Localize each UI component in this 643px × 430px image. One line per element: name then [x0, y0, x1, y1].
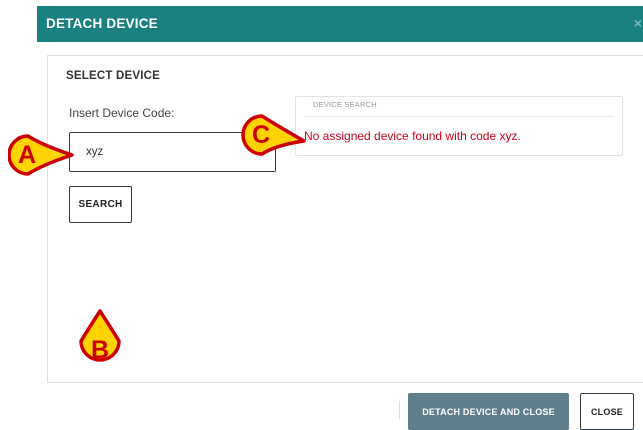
marker-b-label: B	[91, 336, 109, 364]
dialog-titlebar: DETACH DEVICE ×	[37, 6, 643, 42]
close-button[interactable]: CLOSE	[580, 393, 634, 430]
callout-marker-b: B	[79, 309, 121, 364]
error-message: No assigned device found with code xyz.	[304, 129, 521, 143]
marker-a-label: A	[18, 141, 36, 169]
device-search-box: DEVICE SEARCH No assigned device found w…	[295, 96, 623, 156]
device-search-header: DEVICE SEARCH	[313, 100, 377, 109]
callout-marker-c: C	[241, 114, 306, 156]
device-code-label: Insert Device Code:	[69, 106, 175, 120]
close-icon[interactable]: ×	[634, 15, 642, 31]
dialog-title: DETACH DEVICE	[46, 16, 158, 31]
marker-c-label: C	[252, 121, 270, 149]
divider	[304, 116, 614, 117]
callout-marker-a: A	[8, 134, 74, 176]
detach-device-and-close-button[interactable]: DETACH DEVICE AND CLOSE	[408, 393, 569, 430]
footer-divider	[399, 401, 400, 419]
section-title: SELECT DEVICE	[66, 70, 160, 82]
search-button[interactable]: SEARCH	[69, 186, 132, 223]
